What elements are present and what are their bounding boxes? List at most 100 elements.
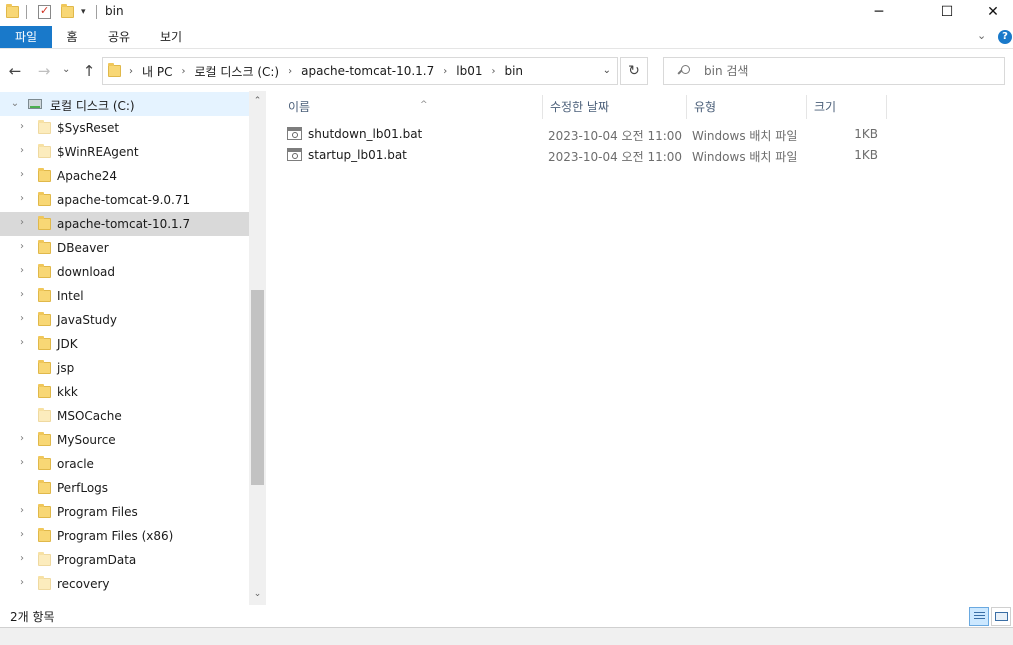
column-header-date[interactable]: 수정한 날짜 xyxy=(542,95,686,119)
back-arrow-icon[interactable]: ← xyxy=(6,62,24,80)
folder-icon xyxy=(38,192,51,206)
search-input[interactable] xyxy=(704,64,984,78)
new-folder-icon[interactable] xyxy=(61,3,74,21)
chevron-right-icon[interactable]: › xyxy=(17,145,27,156)
chevron-right-icon[interactable]: › xyxy=(17,217,27,228)
navigation-scrollbar[interactable]: ⌃ ⌄ xyxy=(249,91,266,605)
tree-item[interactable]: jsp xyxy=(0,356,249,380)
breadcrumb-my-pc[interactable]: 내 PC xyxy=(142,63,172,80)
help-icon[interactable]: ? xyxy=(998,30,1012,44)
tree-item[interactable]: › Program Files (x86) xyxy=(0,524,249,548)
breadcrumb-chevron-icon[interactable]: › xyxy=(129,66,133,77)
breadcrumb-tomcat[interactable]: apache-tomcat-10.1.7 xyxy=(301,64,434,78)
file-name: startup_lb01.bat xyxy=(308,148,407,162)
chevron-right-icon[interactable]: › xyxy=(17,289,27,300)
chevron-right-icon[interactable]: › xyxy=(17,241,27,252)
tree-item[interactable]: › Intel xyxy=(0,284,249,308)
breadcrumb-chevron-icon[interactable]: › xyxy=(181,66,185,77)
tree-item[interactable]: › Apache24 xyxy=(0,164,249,188)
large-icons-view-button[interactable] xyxy=(991,607,1011,626)
details-view-button[interactable] xyxy=(969,607,989,626)
chevron-right-icon[interactable]: › xyxy=(17,433,27,444)
forward-arrow-icon[interactable]: → xyxy=(35,62,53,80)
tree-item[interactable]: › Program Files xyxy=(0,500,249,524)
tree-item[interactable]: PerfLogs xyxy=(0,476,249,500)
tree-item-label: Program Files xyxy=(57,505,138,519)
tree-item-label: recovery xyxy=(57,577,110,591)
tree-item[interactable]: › $SysReset xyxy=(0,116,249,140)
folder-icon xyxy=(38,480,51,494)
navigation-pane[interactable]: ⌄ 로컬 디스크 (C:) › $SysReset › $WinREAgent › Apa… xyxy=(0,91,266,605)
column-header-type[interactable]: 유형 xyxy=(686,95,806,119)
maximize-button[interactable]: ☐ xyxy=(924,0,970,24)
tree-item[interactable]: › $WinREAgent xyxy=(0,140,249,164)
refresh-button[interactable]: ↻ xyxy=(620,57,648,85)
folder-icon xyxy=(38,384,51,398)
quick-access-dropdown-icon[interactable]: ▾ xyxy=(81,3,86,21)
file-row[interactable]: startup_lb01.bat 2023-10-04 오전 11:00 Windo… xyxy=(282,144,892,166)
tree-item[interactable]: › ProgramData xyxy=(0,548,249,572)
chevron-right-icon[interactable]: › xyxy=(17,121,27,132)
item-count: 2개 항목 xyxy=(10,610,55,624)
chevron-right-icon[interactable]: › xyxy=(17,529,27,540)
folder-icon xyxy=(38,528,51,542)
up-arrow-icon[interactable]: ↑ xyxy=(80,62,98,80)
breadcrumb-bin[interactable]: bin xyxy=(504,64,523,78)
address-bar[interactable]: › 내 PC › 로컬 디스크 (C:) › apache-tomcat-10.… xyxy=(102,57,618,85)
chevron-right-icon[interactable]: › xyxy=(17,553,27,564)
tree-item[interactable]: › recovery xyxy=(0,572,249,596)
recent-locations-chevron-icon[interactable]: ⌄ xyxy=(62,64,70,75)
chevron-right-icon[interactable]: › xyxy=(17,169,27,180)
column-header-name[interactable]: 이름 ^ xyxy=(280,95,542,119)
tree-item[interactable]: › download xyxy=(0,260,249,284)
breadcrumb-chevron-icon[interactable]: › xyxy=(491,66,495,77)
tab-file[interactable]: 파일 xyxy=(0,26,52,48)
tree-item[interactable]: › apache-tomcat-9.0.71 xyxy=(0,188,249,212)
ribbon-expand-icon[interactable]: ⌄ xyxy=(977,29,986,42)
chevron-right-icon[interactable]: › xyxy=(17,337,27,348)
tree-item-local-disk[interactable]: ⌄ 로컬 디스크 (C:) xyxy=(0,92,249,116)
file-row[interactable]: shutdown_lb01.bat 2023-10-04 오전 11:00 Wind… xyxy=(282,123,892,145)
file-list[interactable]: 이름 ^ 수정한 날짜 유형 크기 shutdown_lb01.bat 2023-… xyxy=(266,91,1013,605)
address-dropdown-icon[interactable]: ⌄ xyxy=(603,65,611,76)
chevron-right-icon[interactable]: › xyxy=(17,265,27,276)
tree-item[interactable]: MSOCache xyxy=(0,404,249,428)
scroll-down-icon[interactable]: ⌄ xyxy=(249,586,266,603)
chevron-down-icon[interactable]: ⌄ xyxy=(10,98,20,109)
tree-item-label: apache-tomcat-9.0.71 xyxy=(57,193,191,207)
breadcrumb-lb01[interactable]: lb01 xyxy=(456,64,482,78)
breadcrumb-local-disk[interactable]: 로컬 디스크 (C:) xyxy=(194,63,279,80)
chevron-right-icon[interactable]: › xyxy=(17,313,27,324)
chevron-right-icon[interactable]: › xyxy=(17,457,27,468)
column-divider[interactable] xyxy=(886,95,887,119)
tree-item[interactable]: › JDK xyxy=(0,332,249,356)
chevron-right-icon[interactable]: › xyxy=(17,193,27,204)
close-button[interactable]: ✕ xyxy=(970,0,1013,24)
tab-home[interactable]: 홈 xyxy=(58,26,86,48)
breadcrumb-chevron-icon[interactable]: › xyxy=(443,66,447,77)
tree-item[interactable]: › oracle xyxy=(0,452,249,476)
chevron-right-icon[interactable]: › xyxy=(17,577,27,588)
tree-item-label: MySource xyxy=(57,433,116,447)
folder-icon xyxy=(38,168,51,182)
scroll-up-icon[interactable]: ⌃ xyxy=(249,93,266,110)
column-header-size[interactable]: 크기 xyxy=(806,95,886,119)
scrollbar-thumb[interactable] xyxy=(251,290,264,485)
tab-share[interactable]: 공유 xyxy=(102,26,136,48)
tree-item[interactable]: kkk xyxy=(0,380,249,404)
tree-item[interactable]: › DBeaver xyxy=(0,236,249,260)
folder-icon xyxy=(38,432,51,446)
search-box[interactable] xyxy=(663,57,1005,85)
tree-item[interactable]: › apache-tomcat-10.1.7 xyxy=(0,212,249,236)
tree-item[interactable]: › JavaStudy xyxy=(0,308,249,332)
folder-icon xyxy=(38,120,51,134)
tree-item-label: DBeaver xyxy=(57,241,109,255)
tab-view[interactable]: 보기 xyxy=(154,26,188,48)
properties-icon[interactable] xyxy=(38,3,51,21)
ribbon-tabs: 파일 홈 공유 보기 ⌄ ? xyxy=(0,24,1013,49)
chevron-right-icon[interactable]: › xyxy=(17,505,27,516)
breadcrumb-chevron-icon[interactable]: › xyxy=(288,66,292,77)
tree-item[interactable]: › MySource xyxy=(0,428,249,452)
minimize-button[interactable]: ─ xyxy=(856,0,902,24)
address-folder-icon xyxy=(108,63,121,77)
